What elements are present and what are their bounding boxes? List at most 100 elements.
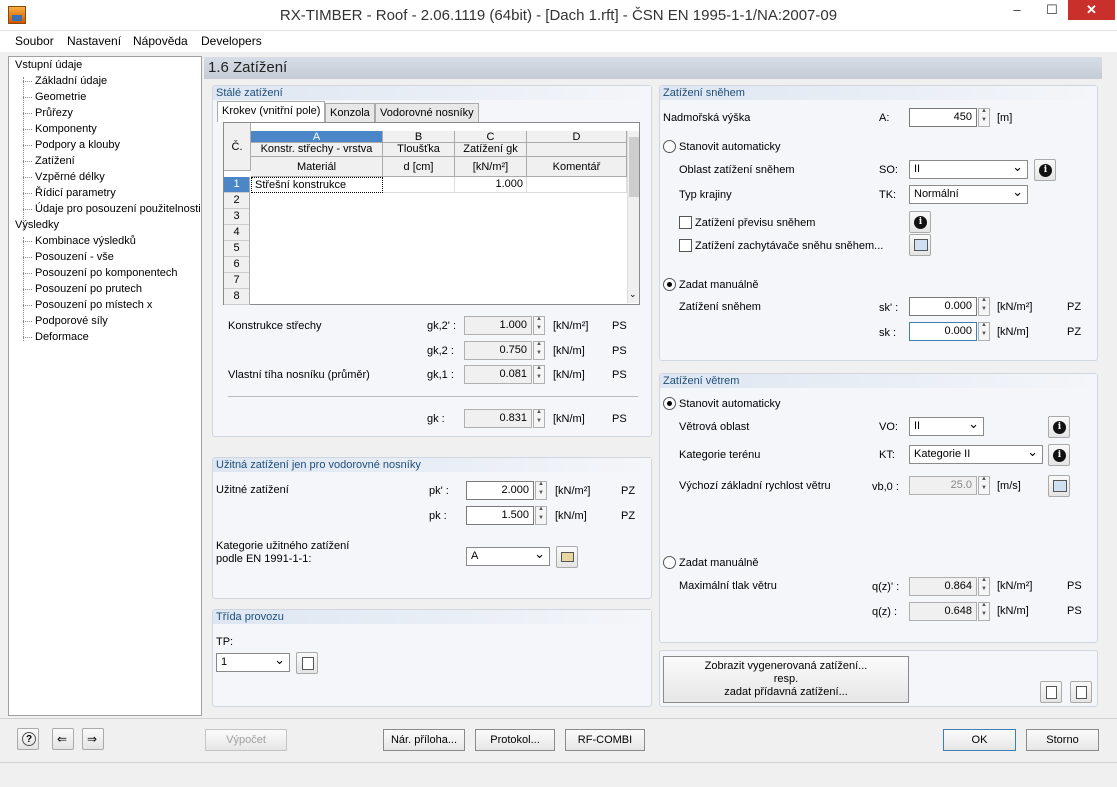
column-d-header[interactable]: D xyxy=(527,131,627,143)
scrollbar-thumb[interactable] xyxy=(629,137,639,197)
cancel-button[interactable]: Storno xyxy=(1026,729,1099,751)
national-annex-button[interactable]: Nár. příloha... xyxy=(383,729,465,751)
ok-button[interactable]: OK xyxy=(943,729,1016,751)
menu-help[interactable]: Nápověda xyxy=(133,34,188,48)
altitude-spinner[interactable] xyxy=(978,108,990,127)
sk-prime-input[interactable]: 0.000 xyxy=(909,297,977,316)
service-class-info-button[interactable] xyxy=(296,652,318,674)
snow-drift-checkbox[interactable] xyxy=(679,216,692,229)
tree-item-components[interactable]: Komponenty xyxy=(23,123,97,135)
live-category-select[interactable]: A xyxy=(466,546,550,566)
pk-input[interactable]: 1.500 xyxy=(466,506,534,525)
tree-item-deformations[interactable]: Deformace xyxy=(23,331,89,343)
calculate-button[interactable]: Výpočet xyxy=(205,729,287,751)
sk-spinner[interactable] xyxy=(978,322,990,341)
snow-auto-radio[interactable] xyxy=(663,140,676,153)
table-cell-layer[interactable]: Střešní konstrukce xyxy=(251,177,383,193)
tab-horizontal-beams[interactable]: Vodorovné nosníky xyxy=(375,103,479,122)
menu-settings[interactable]: Nastavení xyxy=(67,34,121,48)
service-class-title: Třída provozu xyxy=(213,610,651,624)
snow-manual-label: Zadat manuálně xyxy=(679,279,759,291)
tree-item-loads[interactable]: Zatížení xyxy=(23,155,75,167)
column-b-header[interactable]: B xyxy=(383,131,455,143)
row-number[interactable]: 6 xyxy=(224,257,250,273)
tree-item-basic-data[interactable]: Základní údaje xyxy=(22,75,107,87)
tree-item-support-forces[interactable]: Podporové síly xyxy=(23,315,108,327)
pk-prime-input[interactable]: 2.000 xyxy=(466,481,534,500)
tab-cantilever[interactable]: Konzola xyxy=(325,103,375,122)
tree-item-supports[interactable]: Podpory a klouby xyxy=(23,139,120,151)
export-button[interactable] xyxy=(1040,681,1062,703)
wind-zone-info-button[interactable]: i xyxy=(1048,416,1070,438)
table-cell-thickness[interactable] xyxy=(383,177,455,193)
pk-spinner[interactable] xyxy=(535,506,547,525)
snow-zone-select[interactable]: II xyxy=(909,159,1028,179)
tree-item-design-all[interactable]: Posouzení - vše xyxy=(23,251,114,263)
wind-manual-radio[interactable] xyxy=(663,556,676,569)
show-generated-loads-button[interactable]: Zobrazit vygenerovaná zatížení... resp. … xyxy=(663,656,909,703)
tree-item-design-by-component[interactable]: Posouzení po komponentech xyxy=(23,267,178,279)
wind-zone-select[interactable]: II xyxy=(909,416,984,436)
terrain-category-select[interactable]: Kategorie II xyxy=(909,444,1043,464)
tab-rafter[interactable]: Krokev (vnitřní pole) xyxy=(217,101,326,122)
row-number[interactable]: 5 xyxy=(224,241,250,257)
chevron-down-icon[interactable]: ⌄ xyxy=(629,289,637,300)
terrain-category-info-button[interactable]: i xyxy=(1048,444,1070,466)
tree-item-design-by-location[interactable]: Posouzení po místech x xyxy=(22,299,152,311)
close-button[interactable]: ✕ xyxy=(1068,0,1115,20)
table-scrollbar[interactable]: ⌄ xyxy=(627,131,639,303)
altitude-input[interactable]: 450 xyxy=(909,108,977,127)
column-a-header[interactable]: A xyxy=(251,131,383,143)
pk-prime-unit: [kN/m²] xyxy=(555,485,591,497)
sk-input[interactable]: 0.000 xyxy=(909,322,977,341)
table-cell-load[interactable]: 1.000 xyxy=(455,177,527,193)
sk-prime-spinner[interactable] xyxy=(978,297,990,316)
import-button[interactable] xyxy=(1070,681,1092,703)
row-number[interactable]: 1 xyxy=(224,177,250,193)
snow-guard-checkbox[interactable] xyxy=(679,239,692,252)
gk-tag: PS xyxy=(612,413,627,425)
column-d-subtitle: Komentář xyxy=(527,157,627,177)
table-cell-comment[interactable] xyxy=(527,177,627,193)
row-number[interactable]: 8 xyxy=(224,289,250,305)
snow-drift-info-button[interactable]: i xyxy=(909,211,931,233)
column-c-header[interactable]: C xyxy=(455,131,527,143)
wind-auto-radio[interactable] xyxy=(663,397,676,410)
pk-prime-spinner[interactable] xyxy=(535,481,547,500)
tree-item-result-combinations[interactable]: Kombinace výsledků xyxy=(23,235,136,247)
maximize-button[interactable]: ☐ xyxy=(1035,0,1069,20)
tree-item-design-by-member[interactable]: Posouzení po prutech xyxy=(22,283,142,295)
book-button[interactable] xyxy=(556,546,578,568)
previous-page-button[interactable]: ⇐ xyxy=(52,728,74,750)
tree-item-control-parameters[interactable]: Řídicí parametry xyxy=(23,187,116,199)
rf-combi-button[interactable]: RF-COMBI xyxy=(565,729,645,751)
snow-zone-info-button[interactable]: i xyxy=(1034,159,1056,181)
next-page-button[interactable]: ⇒ xyxy=(82,728,104,750)
help-button[interactable]: ? xyxy=(17,728,39,750)
snow-manual-radio[interactable] xyxy=(663,278,676,291)
generated-loads-line-3: zadat přídavná zatížení... xyxy=(724,686,848,698)
menu-file[interactable]: Soubor xyxy=(15,34,54,48)
row-number[interactable]: 2 xyxy=(224,193,250,209)
service-class-select[interactable]: 1 xyxy=(216,652,290,672)
menu-developers[interactable]: Developers xyxy=(201,34,262,48)
row-number[interactable]: 3 xyxy=(224,209,250,225)
wind-speed-details-button[interactable] xyxy=(1048,475,1070,497)
terrain-type-select[interactable]: Normální xyxy=(909,184,1028,204)
row-number[interactable]: 7 xyxy=(224,273,250,289)
layers-table[interactable]: Č. A B C D Konstr. střechy - vrstva Tlou… xyxy=(223,122,640,305)
qz-prime-value: 0.864 xyxy=(909,577,977,596)
tree-item-sections[interactable]: Průřezy xyxy=(23,107,73,119)
qz-symbol: q(z) : xyxy=(872,606,898,618)
tree-item-serviceability[interactable]: Údaje pro posouzení použitelnosti xyxy=(23,203,201,215)
info-icon: i xyxy=(1053,421,1066,434)
generated-loads-line-2: resp. xyxy=(773,673,799,685)
protocol-button[interactable]: Protokol... xyxy=(475,729,555,751)
tree-input-data[interactable]: Vstupní údaje xyxy=(15,59,82,71)
minimize-button[interactable]: – xyxy=(1000,0,1034,20)
tree-results[interactable]: Výsledky xyxy=(15,219,59,231)
row-number[interactable]: 4 xyxy=(224,225,250,241)
tree-item-buckling-lengths[interactable]: Vzpěrné délky xyxy=(23,171,105,183)
tree-item-geometry[interactable]: Geometrie xyxy=(22,91,86,103)
snow-guard-details-button[interactable] xyxy=(909,234,931,256)
